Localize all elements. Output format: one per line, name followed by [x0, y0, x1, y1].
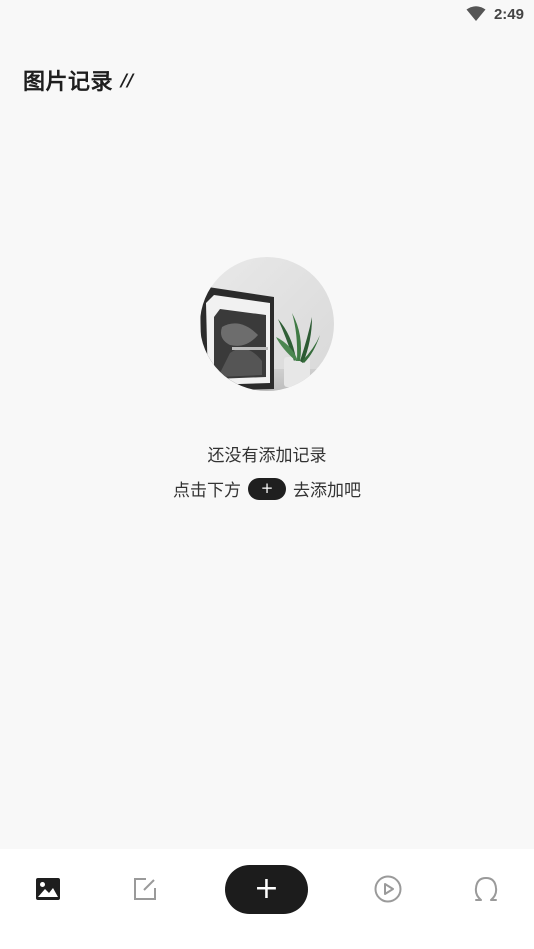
add-record-button[interactable]: + — [225, 865, 308, 914]
bottom-nav: + — [0, 849, 534, 949]
play-circle-icon — [374, 875, 402, 903]
status-time: 2:49 — [493, 5, 524, 23]
nav-tab-notes[interactable] — [129, 873, 161, 905]
nav-tab-videos[interactable] — [372, 873, 404, 905]
empty-state-hint: 点击下方 + 去添加吧 — [0, 476, 534, 501]
edit-note-icon — [134, 878, 156, 900]
page-title: 图片记录 — [23, 70, 114, 95]
nav-tab-images[interactable] — [32, 873, 64, 905]
hint-plus-badge: + — [248, 477, 286, 500]
wifi-icon — [466, 6, 486, 21]
plus-icon: + — [253, 870, 280, 906]
status-bar: 2:49 — [0, 0, 534, 28]
image-icon — [36, 878, 60, 900]
screen: 2:49 图片记录 // 还没有添加记录 点击下方 + 去添加吧 + — [0, 0, 534, 949]
page-header: 图片记录 // — [23, 64, 133, 96]
hint-suffix: 去添加吧 — [293, 481, 361, 501]
profile-icon — [474, 876, 498, 901]
hint-prefix: 点击下方 — [173, 481, 241, 501]
empty-state-image — [200, 257, 334, 391]
nav-tab-profile[interactable] — [470, 873, 502, 905]
framed-poster-with-plant-photo — [200, 257, 334, 391]
empty-state-title: 还没有添加记录 — [207, 446, 327, 466]
title-decoration: // — [121, 71, 134, 91]
